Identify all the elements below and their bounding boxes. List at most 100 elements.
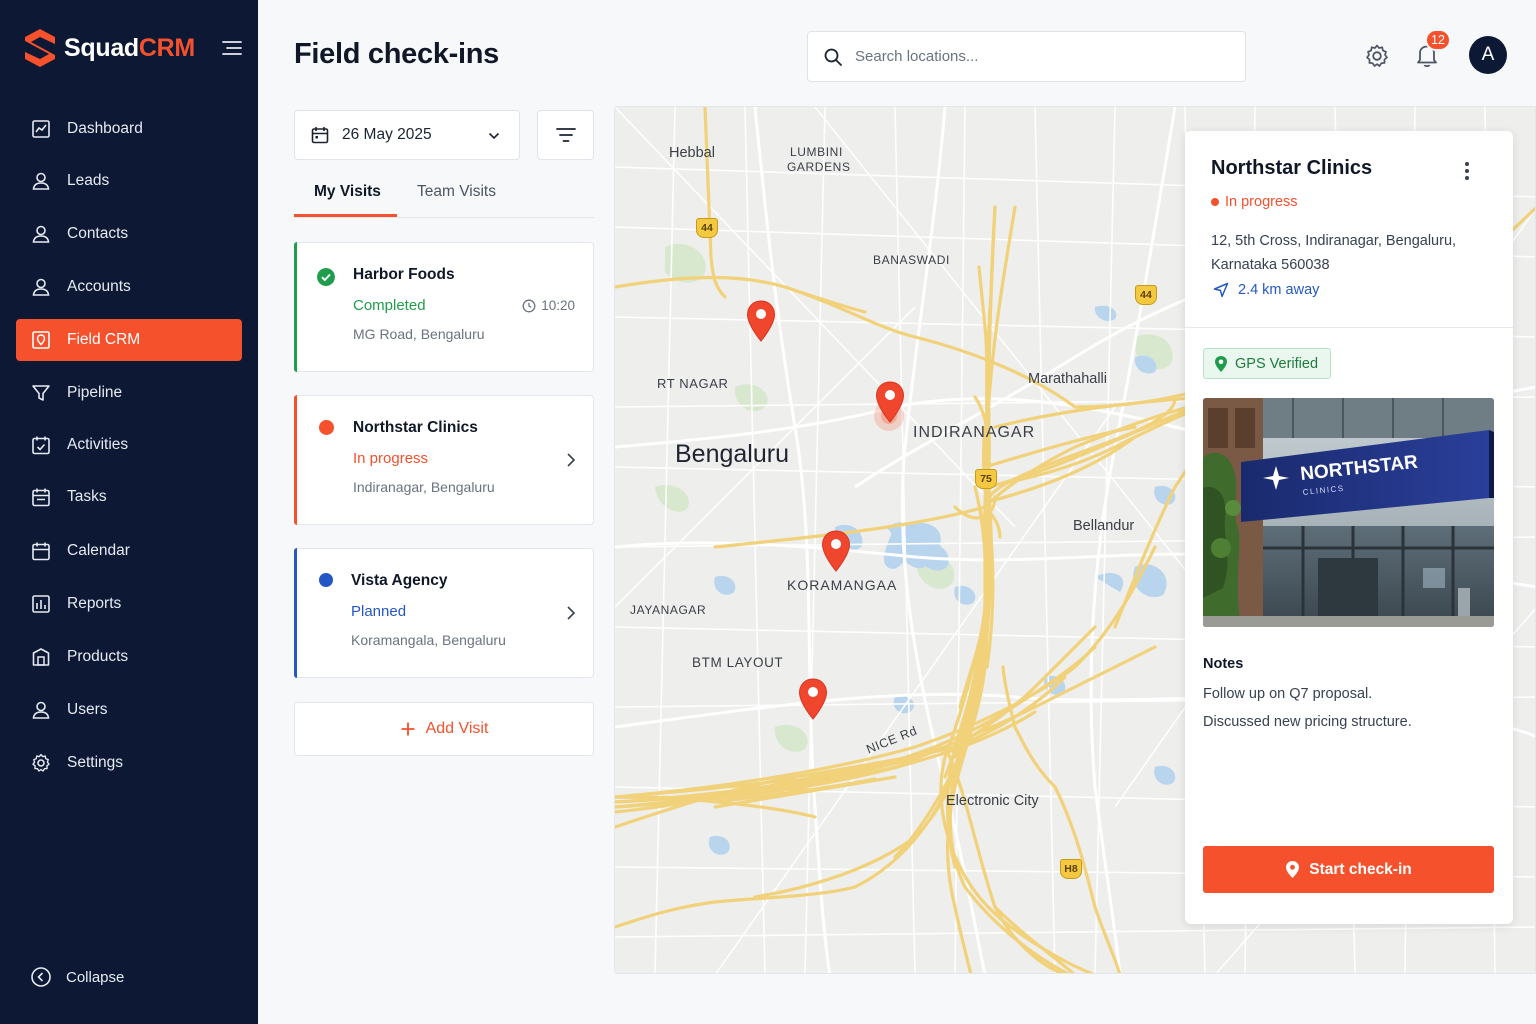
sidebar-item-pipeline[interactable]: Pipeline (16, 372, 242, 414)
map-pin-btm[interactable] (798, 678, 828, 720)
settings-gear-icon[interactable] (1363, 42, 1391, 70)
map-pin-harbor-foods[interactable] (746, 300, 776, 342)
sidebar-item-activities[interactable]: Activities (16, 424, 242, 466)
status-dot (1211, 198, 1219, 206)
page-title: Field check-ins (294, 38, 500, 70)
map-label-indiranagar: INDIRANAGAR (913, 424, 1036, 441)
sidebar-item-leads[interactable]: Leads (16, 160, 242, 202)
visit-location: MG Road, Bengaluru (353, 326, 485, 342)
notes-heading: Notes (1203, 656, 1244, 672)
tab-team-visits[interactable]: Team Visits (417, 183, 496, 201)
clinic-storefront-image: NORTHSTAR CLINICS (1203, 398, 1494, 627)
filter-button[interactable] (537, 110, 594, 160)
filter-icon (555, 128, 576, 142)
user-icon (32, 172, 50, 190)
visit-card-northstar-clinics[interactable]: Northstar Clinics In progress Indiranaga… (294, 395, 594, 525)
sidebar-item-products[interactable]: Products (16, 636, 242, 678)
note-line: Follow up on Q7 proposal. (1203, 686, 1373, 702)
start-check-in-button[interactable]: Start check-in (1203, 846, 1494, 893)
collapse-label: Collapse (66, 968, 125, 986)
details-distance: 2.4 km away (1213, 282, 1319, 298)
sidebar-item-label: Accounts (67, 278, 131, 295)
map-label-lumbini: LUMBINI (790, 145, 843, 159)
chart-icon (32, 595, 50, 613)
search-bar[interactable] (807, 31, 1246, 82)
tab-my-visits[interactable]: My Visits (314, 183, 381, 201)
sidebar-item-tasks[interactable]: Tasks (16, 476, 242, 518)
map-label-jayanagar: JAYANAGAR (630, 603, 707, 617)
visit-card-harbor-foods[interactable]: Harbor Foods Completed 10:20 MG Road, Be… (294, 242, 594, 372)
location-photo[interactable]: NORTHSTAR CLINICS (1203, 398, 1494, 627)
location-pin-icon (1286, 861, 1300, 878)
map-pin-northstar-clinics[interactable] (875, 381, 905, 423)
brand-name: SquadCRM (64, 33, 195, 62)
squadcrm-logo-icon (25, 29, 55, 67)
map-label-banaswadi: BANASWADI (873, 253, 950, 267)
sidebar-item-label: Pipeline (67, 384, 123, 401)
visit-time: 10:20 (522, 298, 575, 313)
map-label-bengaluru: Bengaluru (675, 440, 789, 468)
sidebar-item-field-crm[interactable]: Field CRM (16, 319, 242, 361)
avatar[interactable]: A (1469, 36, 1507, 74)
check-in-label: Start check-in (1309, 860, 1412, 878)
note-line: Discussed new pricing structure. (1203, 714, 1412, 730)
map-label-electronic-city: Electronic City (946, 793, 1039, 809)
details-status-label: In progress (1225, 194, 1298, 210)
visit-time-value: 10:20 (541, 298, 575, 313)
location-pin-icon (1215, 355, 1227, 372)
sidebar-item-label: Field CRM (67, 331, 141, 348)
sidebar-item-users[interactable]: Users (16, 689, 242, 731)
map-label-koramangala: KORAMANGAA (787, 577, 898, 593)
calendar-check-icon (32, 436, 50, 455)
map-label-rt-nagar: RT NAGAR (657, 376, 729, 391)
map-pin-vista-agency[interactable] (821, 530, 851, 572)
status-bar (294, 242, 297, 372)
user-icon (32, 225, 50, 243)
collapse-button[interactable]: Collapse (30, 966, 124, 988)
map-label-btm-layout: BTM LAYOUT (692, 655, 784, 670)
sidebar-item-label: Reports (67, 595, 122, 612)
sidebar-item-reports[interactable]: Reports (16, 583, 242, 625)
status-dot (319, 573, 333, 587)
sidebar-item-label: Users (67, 701, 108, 718)
add-visit-label: Add Visit (425, 720, 489, 737)
sidebar-item-label: Activities (67, 436, 129, 453)
search-input[interactable] (855, 48, 1215, 65)
highway-shield-75: 75 (975, 469, 997, 489)
visit-name: Northstar Clinics (353, 419, 478, 436)
add-visit-button[interactable]: Add Visit (294, 702, 594, 756)
sidebar-item-label: Calendar (67, 542, 130, 559)
more-options-icon[interactable] (1459, 159, 1475, 183)
gps-verified-label: GPS Verified (1235, 355, 1319, 372)
details-status: In progress (1211, 194, 1298, 210)
sidebar-item-calendar[interactable]: Calendar (16, 530, 242, 572)
sidebar-item-settings[interactable]: Settings (16, 742, 242, 784)
sidebar-item-dashboard[interactable]: Dashboard (16, 108, 242, 150)
status-dot (319, 420, 334, 435)
highway-shield-h8: H8 (1060, 859, 1082, 879)
sidebar-item-contacts[interactable]: Contacts (16, 213, 242, 255)
sidebar: SquadCRM Dashboard Leads Contacts Accoun… (0, 0, 258, 1024)
user-icon (32, 278, 50, 296)
chevron-right-icon (567, 606, 576, 620)
active-tab-indicator (294, 214, 397, 217)
gps-verified-badge: GPS Verified (1203, 348, 1332, 379)
date-picker[interactable]: 26 May 2025 (294, 110, 520, 160)
map-label-marathahalli: Marathahalli (1028, 371, 1107, 387)
calendar-icon (32, 488, 50, 507)
status-bar (294, 395, 297, 525)
visit-location: Indiranagar, Bengaluru (353, 479, 495, 495)
chevron-right-icon (567, 453, 576, 467)
notification-badge: 12 (1425, 29, 1451, 51)
map-label-hebbal: Hebbal (669, 145, 715, 161)
visit-status: Planned (351, 603, 407, 620)
user-icon (32, 701, 50, 719)
menu-icon[interactable] (222, 40, 242, 56)
visit-details-card: Northstar Clinics In progress 12, 5th Cr… (1185, 131, 1513, 924)
plus-icon (401, 722, 415, 736)
sidebar-item-accounts[interactable]: Accounts (16, 266, 242, 308)
visit-card-vista-agency[interactable]: Vista Agency Planned Koramangala, Bengal… (294, 548, 594, 678)
map-label-gardens: GARDENS (787, 160, 851, 174)
calendar-icon (311, 127, 329, 144)
brand-logo[interactable]: SquadCRM (22, 26, 195, 70)
